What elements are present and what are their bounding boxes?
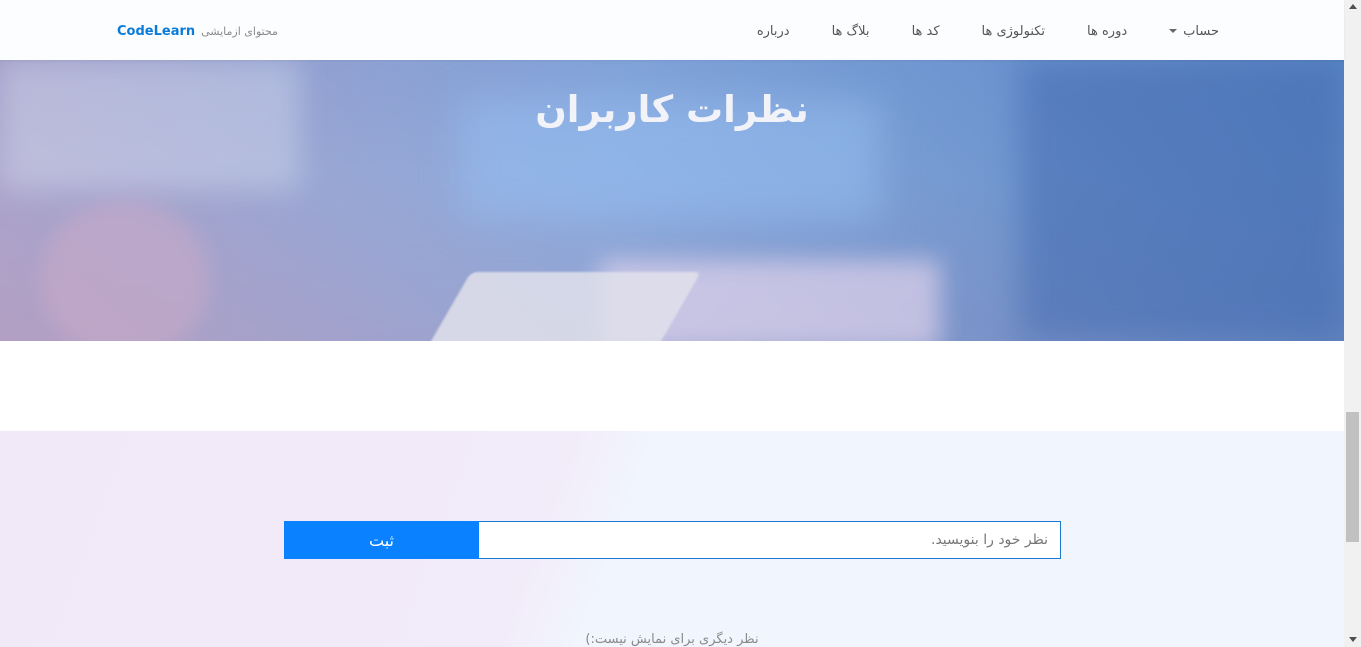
nav-menu: حساب دوره ها تکنولوژی ها کد ها بلاگ ها د… (757, 19, 1219, 43)
nav-item-courses[interactable]: دوره ها (1087, 24, 1127, 39)
brand-logo-text[interactable]: CodeLearn (117, 24, 195, 39)
scrollbar-thumb[interactable] (1346, 412, 1359, 542)
hero-laptop-shape (419, 272, 701, 341)
hero-banner: نظرات کاربران (0, 60, 1344, 341)
empty-comments-message: نظر دیگری برای نمایش نیست:) (585, 632, 759, 647)
nav-item-account-label: حساب (1183, 23, 1219, 39)
nav-item-account[interactable]: حساب (1169, 24, 1219, 39)
vertical-scrollbar[interactable] (1344, 0, 1361, 647)
brand-subtitle: محتوای ازمایشی (201, 24, 278, 38)
comment-form: ثبت (284, 521, 1061, 559)
scroll-up-arrow-icon[interactable] (1349, 4, 1357, 9)
hero-flowers-shape (40, 200, 210, 341)
nav-item-about[interactable]: درباره (757, 24, 790, 39)
chevron-down-icon (1169, 29, 1178, 33)
page-title: نظرات کاربران (535, 88, 809, 131)
nav-item-codes[interactable]: کد ها (912, 24, 940, 39)
scroll-down-arrow-icon[interactable] (1349, 637, 1357, 642)
nav-item-blogs[interactable]: بلاگ ها (832, 24, 870, 39)
top-navbar: CodeLearn محتوای ازمایشی حساب دوره ها تک… (0, 0, 1344, 60)
brand[interactable]: CodeLearn محتوای ازمایشی (117, 21, 278, 41)
submit-comment-button[interactable]: ثبت (284, 521, 479, 559)
nav-item-technologies[interactable]: تکنولوژی ها (982, 24, 1046, 39)
comments-section: ثبت نظر دیگری برای نمایش نیست:) (0, 431, 1344, 647)
comment-input[interactable] (479, 521, 1061, 559)
